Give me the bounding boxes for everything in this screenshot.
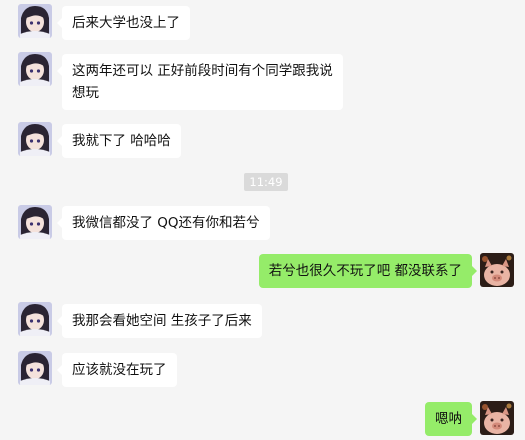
message-text: 我那会看她空间 生孩子了后来 — [72, 313, 252, 329]
anime-avatar-icon — [18, 205, 52, 239]
anime-avatar-icon — [18, 302, 52, 336]
message-text: 我微信都没了 QQ还有你和若兮 — [72, 215, 260, 231]
contact-avatar[interactable] — [18, 52, 52, 86]
contact-avatar[interactable] — [18, 4, 52, 38]
pig-avatar-icon — [480, 401, 514, 435]
message-text: 这两年还可以 正好前段时间有个同学跟我说 — [72, 63, 333, 79]
message-bubble[interactable]: 我微信都没了 QQ还有你和若兮 — [57, 206, 270, 240]
message-bubble[interactable]: 我就下了 哈哈哈 — [57, 124, 181, 158]
pig-avatar-icon — [480, 253, 514, 287]
timestamp-divider: 11:49 — [244, 173, 288, 191]
message-text: 想玩 — [72, 85, 99, 101]
message-bubble[interactable]: 应该就没在玩了 — [57, 353, 177, 387]
contact-avatar[interactable] — [18, 122, 52, 156]
anime-avatar-icon — [18, 52, 52, 86]
message-text: 若兮也很久不玩了吧 都没联系了 — [268, 263, 462, 279]
message-bubble[interactable]: 我那会看她空间 生孩子了后来 — [57, 304, 262, 338]
message-bubble[interactable]: 后来大学也没上了 — [57, 6, 190, 40]
message-text: 后来大学也没上了 — [72, 15, 180, 31]
message-bubble[interactable]: 这两年还可以 正好前段时间有个同学跟我说 想玩 — [57, 54, 343, 110]
message-text: 嗯呐 — [435, 411, 462, 427]
anime-avatar-icon — [18, 4, 52, 38]
anime-avatar-icon — [18, 351, 52, 385]
user-avatar[interactable] — [480, 253, 514, 287]
message-bubble[interactable]: 嗯呐 — [425, 402, 477, 436]
user-avatar[interactable] — [480, 401, 514, 435]
contact-avatar[interactable] — [18, 205, 52, 239]
message-text: 我就下了 哈哈哈 — [72, 133, 171, 149]
contact-avatar[interactable] — [18, 351, 52, 385]
chat-area: 后来大学也没上了 这两年还可以 正好前段时间有个同学跟我说 想玩 我就下了 哈哈… — [0, 0, 525, 440]
anime-avatar-icon — [18, 122, 52, 156]
contact-avatar[interactable] — [18, 302, 52, 336]
message-text: 应该就没在玩了 — [72, 362, 167, 378]
message-bubble[interactable]: 若兮也很久不玩了吧 都没联系了 — [258, 254, 478, 288]
